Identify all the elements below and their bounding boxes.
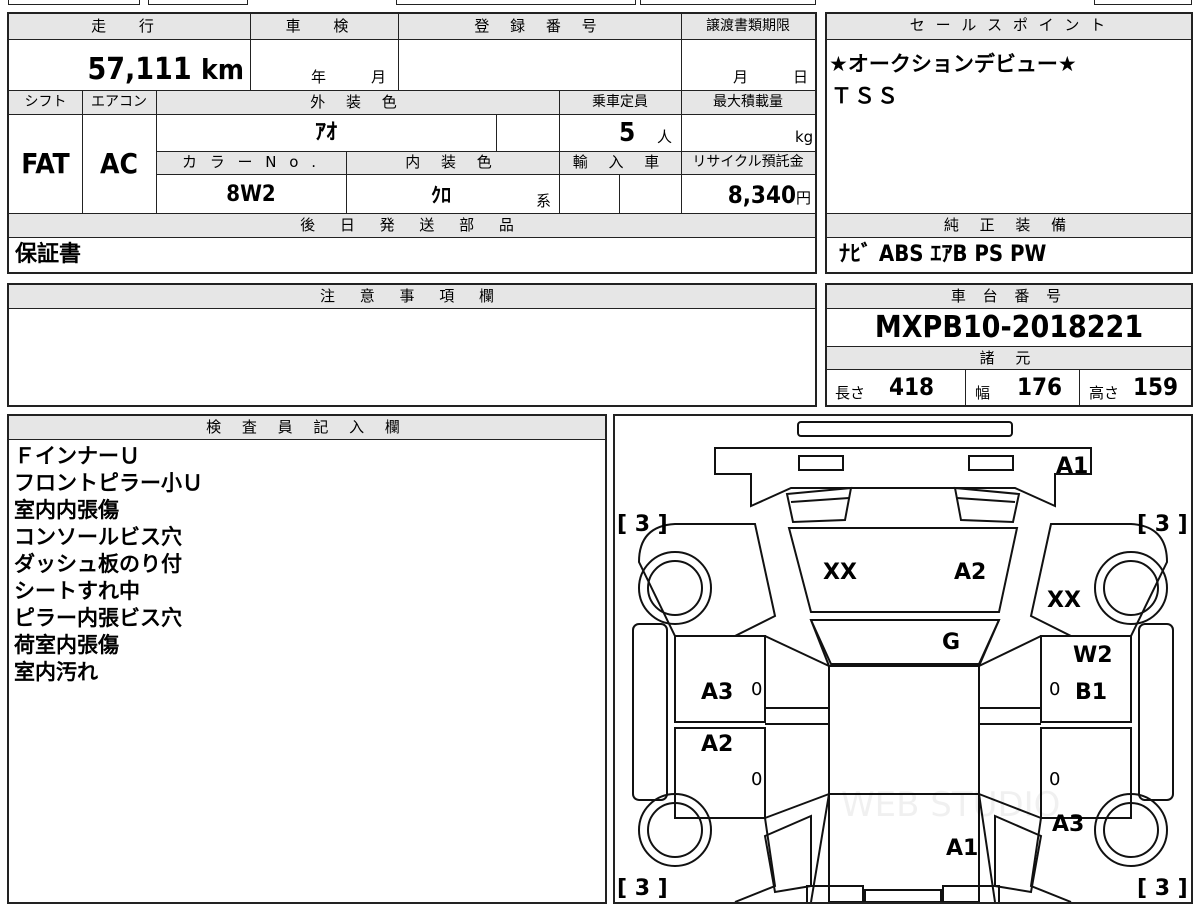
windshield bbox=[809, 619, 1001, 665]
zero-marker: 0 bbox=[751, 769, 763, 790]
inspector-note: シートすれ中 bbox=[14, 579, 140, 603]
shaken-header: 車 検 bbox=[285, 17, 363, 35]
mark-hood-left: XX bbox=[823, 560, 857, 585]
shift-value: FAT bbox=[21, 147, 70, 180]
mileage-value: 57,111 km bbox=[87, 52, 244, 87]
mark-front-right: A1 bbox=[1056, 454, 1089, 479]
right-fender bbox=[1029, 523, 1169, 637]
inspector-box: 検 査 員 記 入 欄 ＦインナーＵ フロントピラー小Ｕ 室内内張傷 コンソール… bbox=[7, 414, 607, 904]
transfer-day-unit: 日 bbox=[793, 68, 809, 86]
equipment-value: ﾅﾋﾞ ABS ｴｱB PS PW bbox=[839, 242, 1047, 267]
main-info-table: 走 行 車 検 登 録 番 号 譲渡書類期限 57,111 km 年 月 月 日… bbox=[7, 12, 817, 274]
height-label: 高さ bbox=[1089, 384, 1120, 402]
caution-header: 注 意 事 項 欄 bbox=[9, 285, 815, 309]
sales-point-header: セ ー ル ス ポ イ ン ト bbox=[827, 14, 1191, 40]
tire-label-front-right: [ 3 ] bbox=[1137, 512, 1188, 537]
ac-header: エアコン bbox=[91, 94, 147, 110]
height-value: 159 bbox=[1133, 373, 1179, 401]
mark-door-fl: A3 bbox=[701, 680, 734, 705]
max-load-header: 最大積載量 bbox=[713, 94, 783, 110]
watermark: WEB STUDIO bbox=[841, 785, 1060, 825]
recycle-deposit-header: リサイクル預託金 bbox=[692, 154, 804, 170]
color-no-value: 8W2 bbox=[226, 182, 276, 207]
front-bumper-bar bbox=[797, 421, 1013, 437]
mark-rear-center: A1 bbox=[946, 836, 979, 861]
exterior-color-header: 外 装 色 bbox=[310, 93, 405, 111]
left-fender bbox=[637, 523, 777, 637]
sales-point-box: セ ー ル ス ポ イ ン ト ★オークションデビュー★ ＴＳＳ 純 正 装 備… bbox=[825, 12, 1193, 274]
tire-label-rear-right: [ 3 ] bbox=[1137, 876, 1188, 901]
headlight-left bbox=[785, 486, 853, 524]
roof bbox=[828, 665, 980, 902]
front-panel bbox=[714, 447, 1092, 508]
transfer-deadline-header: 譲渡書類期限 bbox=[706, 18, 790, 34]
inspector-note: 室内汚れ bbox=[14, 660, 98, 684]
length-label: 長さ bbox=[835, 384, 866, 402]
mark-fender-right: XX bbox=[1047, 588, 1081, 613]
zero-marker: 0 bbox=[1049, 769, 1061, 790]
color-no-header: カ ラ ー N o . bbox=[181, 153, 320, 171]
shaken-year-unit: 年 bbox=[311, 68, 327, 86]
sales-point-line-2: ＴＳＳ bbox=[831, 84, 900, 108]
inspector-notes: ＦインナーＵ フロントピラー小Ｕ 室内内張傷 コンソールビス穴 ダッシュ板のり付… bbox=[14, 443, 203, 686]
mark-windshield: G bbox=[942, 630, 961, 655]
inspector-note: ダッシュ板のり付 bbox=[14, 552, 182, 576]
chassis-header: 車 台 番 号 bbox=[827, 285, 1191, 309]
inspector-note: 荷室内張傷 bbox=[14, 633, 119, 657]
max-load-unit: kg bbox=[795, 128, 814, 146]
recycle-deposit-value: 8,340円 bbox=[727, 181, 811, 209]
mark-door-fr-top: W2 bbox=[1073, 643, 1113, 668]
import-car-header: 輸 入 車 bbox=[572, 153, 668, 171]
interior-color-suffix: 系 bbox=[536, 192, 552, 210]
chassis-box: 車 台 番 号 MXPB10-2018221 諸 元 長さ 418 幅 176 … bbox=[825, 283, 1193, 407]
registration-header: 登 録 番 号 bbox=[474, 17, 605, 35]
length-value: 418 bbox=[889, 373, 935, 401]
transfer-month-unit: 月 bbox=[733, 68, 749, 86]
later-parts-header: 後 日 発 送 部 品 bbox=[300, 216, 524, 234]
exterior-color-value: ｱｵ bbox=[314, 120, 337, 145]
inspector-note: フロントピラー小Ｕ bbox=[14, 471, 203, 495]
inspector-note: ピラー内張ビス穴 bbox=[14, 606, 182, 630]
top-strip bbox=[0, 0, 1200, 8]
inspector-note: コンソールビス穴 bbox=[14, 525, 182, 549]
zero-marker: 0 bbox=[1049, 679, 1061, 700]
shaken-month-unit: 月 bbox=[371, 68, 387, 86]
tire-front-left bbox=[638, 551, 712, 625]
inspector-note: ＦインナーＵ bbox=[14, 444, 140, 468]
width-value: 176 bbox=[1017, 373, 1063, 401]
ac-value: AC bbox=[100, 147, 138, 180]
tire-label-rear-left: [ 3 ] bbox=[617, 876, 668, 901]
car-diagram-box: WEB STUDIO A1 XX A2 XX G W2 B1 A3 A2 A3 … bbox=[613, 414, 1193, 904]
capacity-header: 乗車定員 bbox=[592, 94, 648, 110]
sill-right bbox=[1138, 623, 1174, 801]
interior-color-header: 内 装 色 bbox=[405, 153, 500, 171]
later-parts-value: 保証書 bbox=[15, 242, 82, 267]
mark-door-fr: B1 bbox=[1075, 680, 1108, 705]
equipment-header: 純 正 装 備 bbox=[943, 216, 1075, 234]
tire-label-front-left: [ 3 ] bbox=[617, 512, 668, 537]
inspector-note: 室内内張傷 bbox=[14, 498, 119, 522]
mileage-header: 走 行 bbox=[91, 17, 168, 35]
mark-hood-right: A2 bbox=[954, 560, 987, 585]
interior-color-value: ｸﾛ bbox=[431, 183, 451, 207]
mark-door-rl: A2 bbox=[701, 732, 734, 757]
chassis-number: MXPB10-2018221 bbox=[874, 310, 1144, 345]
sales-point-line-1: ★オークションデビュー★ bbox=[829, 52, 1077, 76]
zero-marker: 0 bbox=[751, 679, 763, 700]
sill-left bbox=[632, 623, 668, 801]
mark-rear-right: A3 bbox=[1052, 812, 1085, 837]
tire-front-right bbox=[1094, 551, 1168, 625]
inspector-header: 検 査 員 記 入 欄 bbox=[9, 416, 605, 440]
spec-header: 諸 元 bbox=[979, 349, 1039, 367]
width-label: 幅 bbox=[975, 384, 991, 402]
rear-fender-left bbox=[675, 817, 777, 902]
caution-box: 注 意 事 項 欄 bbox=[7, 283, 817, 407]
shift-header: シフト bbox=[24, 94, 67, 110]
headlight-right bbox=[953, 486, 1021, 524]
